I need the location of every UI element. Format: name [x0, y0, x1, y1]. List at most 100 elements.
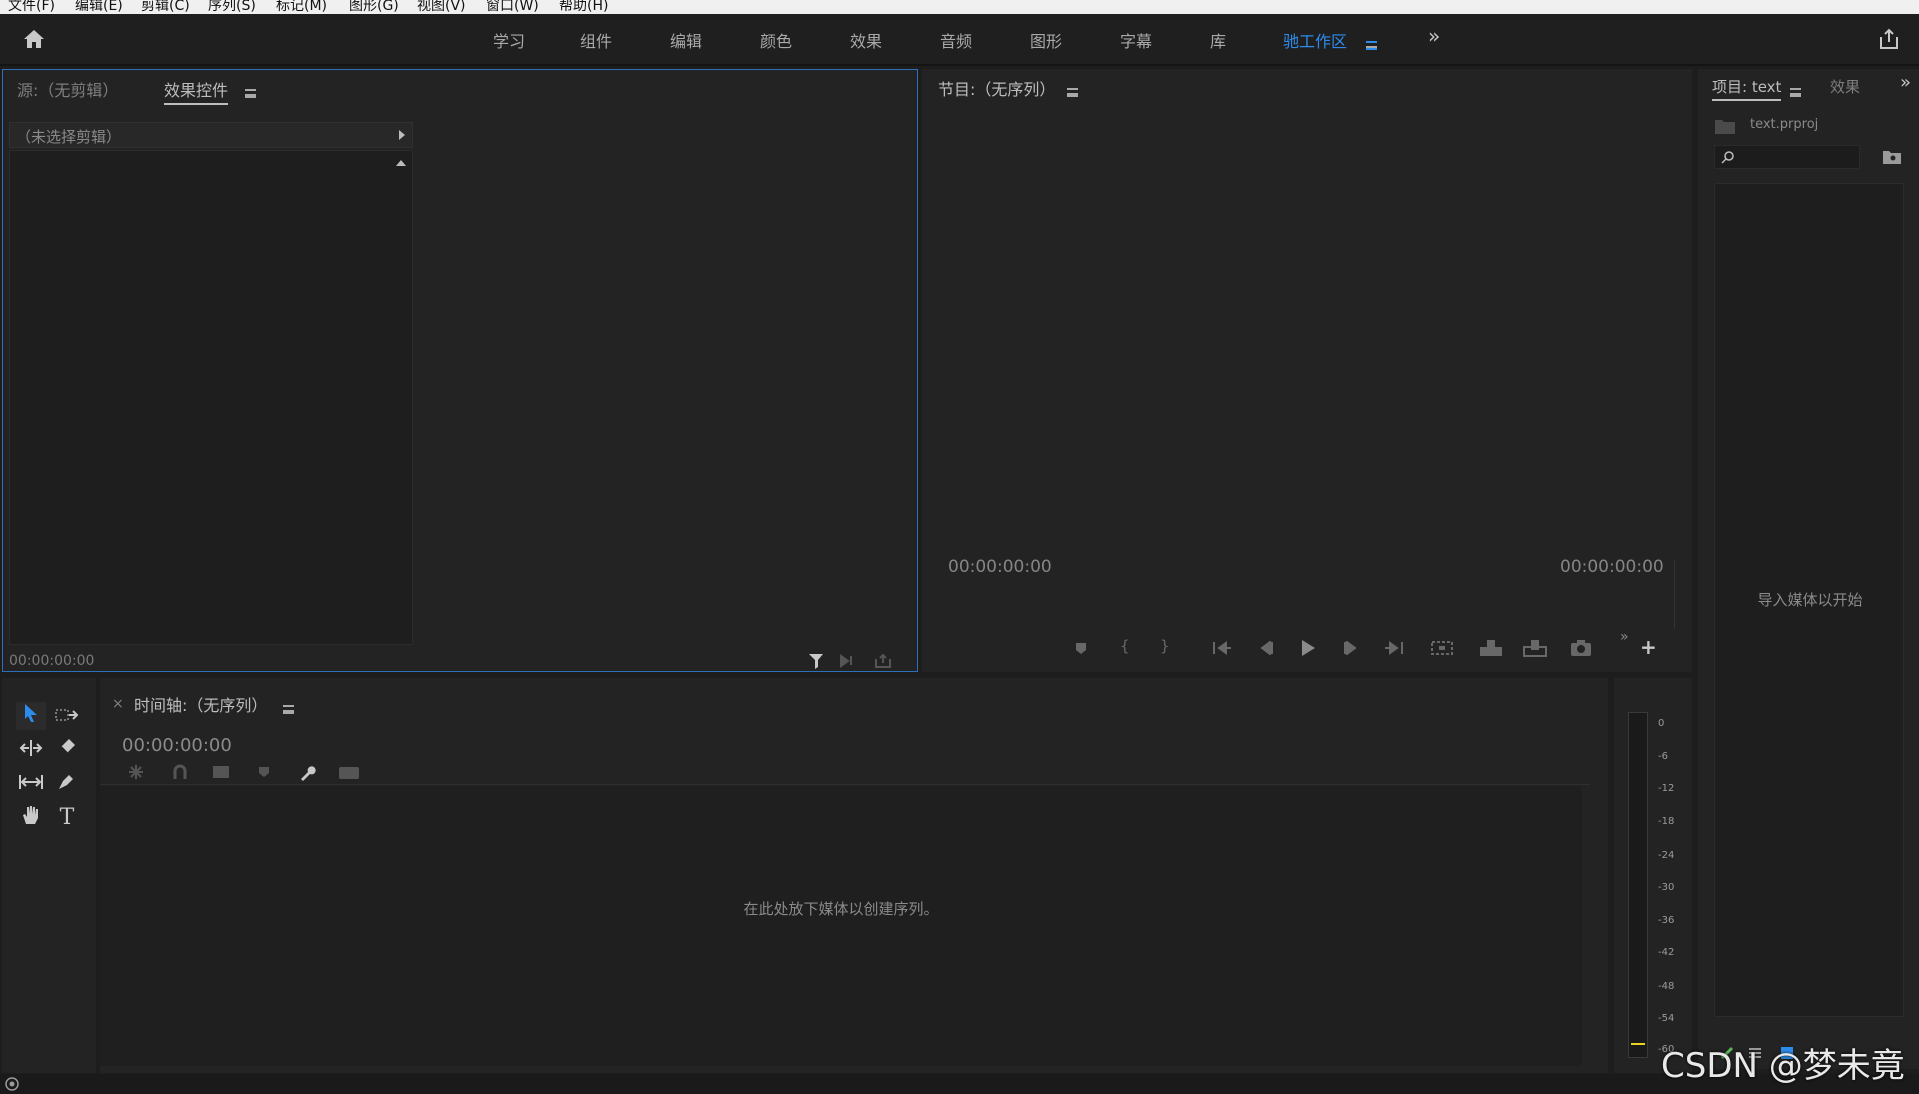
- project-bin-area[interactable]: 导入媒体以开始: [1714, 183, 1904, 1017]
- filter-icon[interactable]: [808, 652, 826, 670]
- vu-label: -24: [1658, 850, 1675, 861]
- vu-label: -12: [1658, 783, 1675, 794]
- tools-panel: T: [2, 678, 96, 1073]
- program-video-area[interactable]: [936, 109, 1678, 579]
- import-media-message: 导入媒体以开始: [1757, 591, 1863, 609]
- home-icon[interactable]: [22, 28, 46, 50]
- expand-right-icon[interactable]: [398, 129, 406, 141]
- project-search-input[interactable]: [1714, 145, 1860, 169]
- timeline-track-area[interactable]: 在此处放下媒体以创建序列。: [100, 786, 1582, 1066]
- export-frame-icon[interactable]: [1570, 639, 1592, 657]
- menu-help[interactable]: 帮助(H): [559, 0, 608, 14]
- share-icon[interactable]: [1878, 28, 1900, 50]
- timeline-panel: × 时间轴:（无序列） 00:00:00:00 在此处放下媒体以创建序列。: [100, 678, 1608, 1073]
- step-forward-icon[interactable]: [1343, 641, 1359, 655]
- cc-sync-icon[interactable]: [4, 1077, 20, 1091]
- mark-out-icon[interactable]: }: [1160, 637, 1170, 655]
- export-clip-icon[interactable]: [874, 653, 892, 669]
- program-timecode-current[interactable]: 00:00:00:00: [948, 557, 1052, 577]
- menu-clip[interactable]: 剪辑(C): [141, 0, 190, 14]
- step-back-icon[interactable]: [1258, 641, 1274, 655]
- razor-tool-icon[interactable]: [52, 736, 82, 764]
- wrench-icon[interactable]: [298, 764, 316, 782]
- slip-tool-icon[interactable]: [16, 770, 46, 798]
- linked-selection-icon[interactable]: [212, 764, 230, 780]
- menu-view[interactable]: 视图(V): [417, 0, 466, 14]
- workspace-tab-learn[interactable]: 学习: [493, 28, 525, 52]
- selection-tool-icon[interactable]: [16, 702, 46, 730]
- project-overflow-icon[interactable]: »: [1900, 72, 1911, 93]
- timeline-marker-icon[interactable]: [258, 766, 270, 778]
- add-marker-icon[interactable]: [1074, 641, 1088, 655]
- clip-selector[interactable]: （未选择剪辑）: [9, 122, 413, 148]
- project-tab[interactable]: 项目: text: [1712, 76, 1782, 101]
- snap-icon[interactable]: [172, 764, 188, 780]
- track-select-tool-icon[interactable]: [52, 702, 82, 730]
- vu-label: -48: [1658, 981, 1675, 992]
- type-tool-icon[interactable]: T: [52, 804, 82, 832]
- effect-controls-tab[interactable]: 效果控件: [164, 77, 229, 105]
- menu-window[interactable]: 窗口(W): [486, 0, 539, 14]
- nest-icon[interactable]: [128, 764, 144, 780]
- project-folder-icon: [1715, 120, 1735, 134]
- workspace-tab-color[interactable]: 颜色: [760, 28, 792, 52]
- ripple-edit-tool-icon[interactable]: [16, 736, 46, 764]
- button-editor-icon[interactable]: +: [1640, 635, 1657, 659]
- effects-tab[interactable]: 效果: [1830, 76, 1860, 97]
- overwrite-icon[interactable]: [1523, 639, 1547, 657]
- menu-sequence[interactable]: 序列(S): [208, 0, 256, 14]
- new-search-bin-icon[interactable]: [1882, 149, 1902, 165]
- mark-in-icon[interactable]: {: [1120, 637, 1130, 655]
- captions-icon[interactable]: [338, 766, 360, 780]
- project-file-name: text.prproj: [1750, 117, 1819, 132]
- workspace-tab-active[interactable]: 驰工作区: [1283, 28, 1347, 52]
- go-to-in-icon[interactable]: [1212, 641, 1232, 655]
- panel-menu-icon[interactable]: [245, 83, 256, 102]
- watermark-text: CSDN @梦未竟: [1661, 1046, 1905, 1086]
- go-to-out-icon[interactable]: [1384, 641, 1404, 655]
- project-panel: 项目: text 效果 » text.prproj 导入媒体以开始: [1698, 69, 1919, 1069]
- workspace-bar: 学习 组件 编辑 颜色 效果 音频 图形 字幕 库 驰工作区 »: [0, 14, 1919, 66]
- timeline-menu-icon[interactable]: [283, 699, 294, 718]
- transport-overflow-icon[interactable]: »: [1620, 629, 1629, 645]
- play-icon[interactable]: [1300, 639, 1316, 657]
- no-clip-label: （未选择剪辑）: [16, 128, 122, 146]
- effect-controls-timecode: 00:00:00:00: [9, 653, 95, 669]
- workspace-tab-captions[interactable]: 字幕: [1120, 28, 1152, 52]
- audio-meter-panel: 0 -6 -12 -18 -24 -30 -36 -42 -48 -54 -60: [1614, 678, 1692, 1073]
- workspace-overflow-icon[interactable]: »: [1428, 24, 1440, 48]
- menu-markers[interactable]: 标记(M): [276, 0, 327, 14]
- program-title[interactable]: 节目:（无序列）: [938, 76, 1055, 100]
- timeline-title[interactable]: 时间轴:（无序列）: [134, 692, 267, 716]
- source-tab[interactable]: 源:（无剪辑）: [17, 77, 118, 101]
- hand-tool-icon[interactable]: [16, 804, 46, 832]
- scroll-up-icon[interactable]: [396, 159, 406, 167]
- workspace-tab-editing[interactable]: 编辑: [670, 28, 702, 52]
- timeline-ruler-line: [100, 784, 1590, 785]
- timeline-close-icon[interactable]: ×: [112, 696, 124, 712]
- audio-meter-level: [1631, 1043, 1645, 1045]
- workspace-tab-libraries[interactable]: 库: [1210, 28, 1226, 52]
- project-menu-icon[interactable]: [1790, 82, 1801, 101]
- vu-label: -18: [1658, 816, 1675, 827]
- search-icon: [1721, 151, 1734, 164]
- program-menu-icon[interactable]: [1067, 82, 1078, 101]
- workspace-menu-icon[interactable]: [1366, 35, 1377, 54]
- drop-media-message: 在此处放下媒体以创建序列。: [743, 900, 939, 918]
- pen-tool-icon[interactable]: [52, 770, 82, 798]
- insert-icon[interactable]: [1479, 639, 1503, 657]
- timeline-timecode[interactable]: 00:00:00:00: [122, 735, 232, 756]
- workspace-tab-effects[interactable]: 效果: [850, 28, 882, 52]
- workspace-tab-audio[interactable]: 音频: [940, 28, 972, 52]
- program-monitor-panel: 节目:（无序列） 00:00:00:00 00:00:00:00 { } » +: [922, 69, 1692, 672]
- lift-icon[interactable]: [1430, 639, 1454, 657]
- workspace-tab-graphics[interactable]: 图形: [1030, 28, 1062, 52]
- menu-graphics[interactable]: 图形(G): [349, 0, 399, 14]
- audio-clip-icon[interactable]: [839, 653, 857, 669]
- vu-label: -30: [1658, 882, 1675, 893]
- menu-file[interactable]: 文件(F): [8, 0, 55, 14]
- workspace-tab-assembly[interactable]: 组件: [580, 28, 612, 52]
- effect-list-area: [9, 150, 413, 645]
- menu-edit[interactable]: 编辑(E): [75, 0, 123, 14]
- vu-label: -36: [1658, 915, 1675, 926]
